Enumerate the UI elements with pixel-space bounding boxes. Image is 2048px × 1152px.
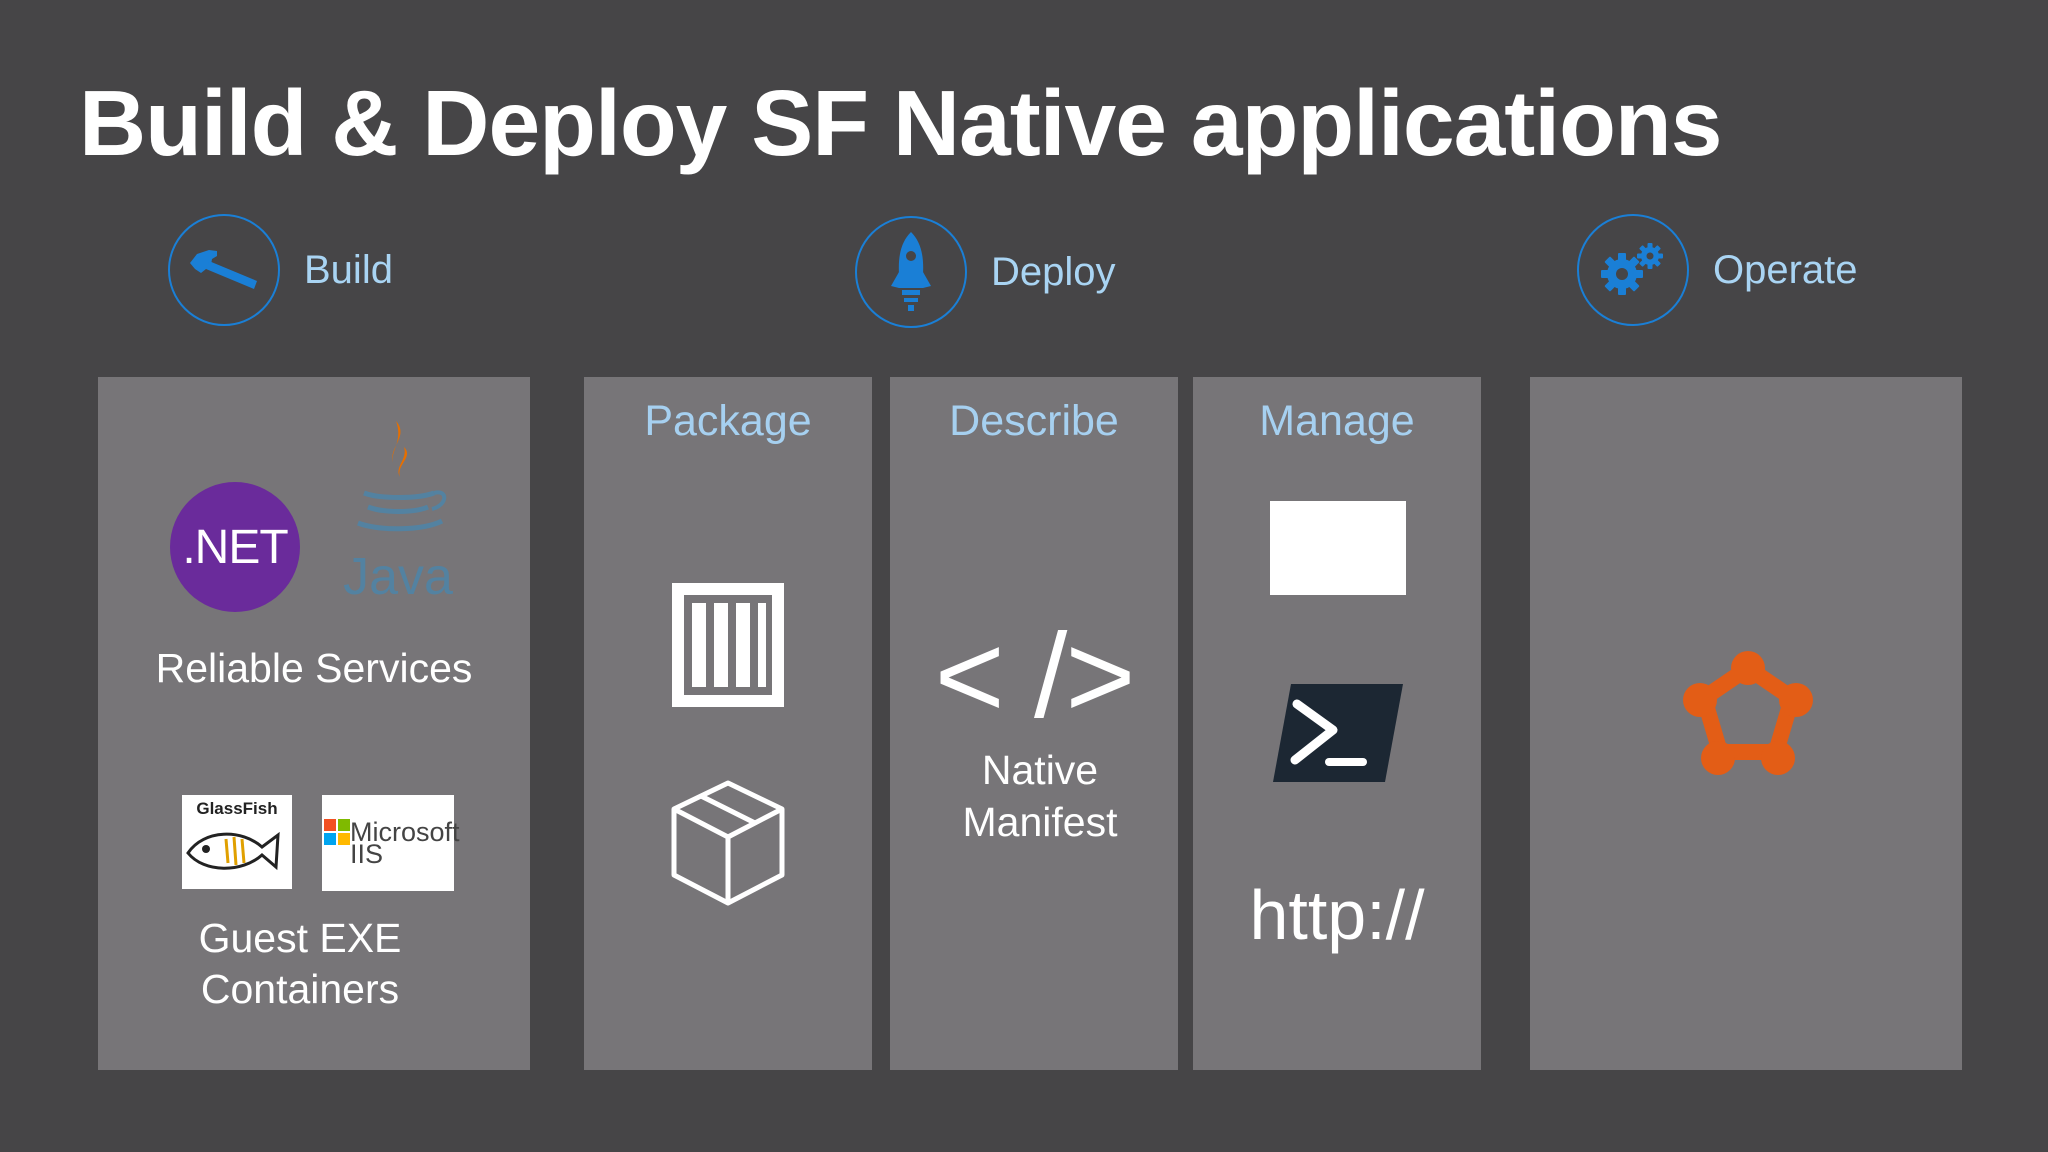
java-logo-text: Java [343, 548, 453, 606]
gears-icon [1577, 214, 1689, 326]
phase-operate-label: Operate [1713, 247, 1858, 292]
code-tag-glyph: < /> [934, 609, 1136, 743]
operate-panel [1530, 377, 1962, 1070]
rocket-icon [855, 216, 967, 328]
java-logo: Java [338, 419, 458, 609]
phase-deploy: Deploy [855, 216, 1116, 328]
container-icon [672, 583, 784, 707]
iis-logo-text-line2: IIS [350, 839, 384, 869]
describe-title: Describe [949, 397, 1119, 445]
dotnet-logo: .NET [170, 482, 300, 612]
microsoft-iis-logo: Microsoft IIS [322, 795, 460, 891]
phase-deploy-label: Deploy [991, 249, 1116, 294]
dotnet-logo-text: .NET [182, 520, 288, 574]
glassfish-logo: GlassFish [182, 795, 292, 889]
package-title: Package [644, 397, 812, 445]
reliable-services-label: Reliable Services [155, 645, 473, 691]
native-label: Native [981, 747, 1099, 793]
manage-title: Manage [1259, 397, 1415, 445]
hammer-icon [168, 214, 280, 326]
guest-exe-label: Guest EXE [198, 915, 402, 961]
http-label: http:// [1249, 876, 1425, 954]
containers-label: Containers [200, 966, 400, 1012]
package-panel: Package [584, 377, 872, 1070]
powershell-icon [1273, 684, 1403, 782]
phase-build-label: Build [304, 247, 393, 292]
service-fabric-icon [1683, 651, 1813, 775]
phase-build: Build [168, 214, 393, 326]
build-panel: .NET Java Reliable Services GlassFish Mi… [98, 377, 530, 1070]
manifest-label: Manifest [962, 799, 1118, 845]
describe-panel: Describe < /> Native Manifest [890, 377, 1178, 1070]
slide-title: Build & Deploy SF Native applications [79, 71, 1722, 175]
manage-panel: Manage http:// [1193, 377, 1481, 1070]
window-icon [1270, 501, 1406, 595]
slide: Build & Deploy SF Native applications Bu… [0, 0, 2048, 1152]
package-box-icon [671, 780, 785, 906]
phase-operate: Operate [1577, 214, 1858, 326]
